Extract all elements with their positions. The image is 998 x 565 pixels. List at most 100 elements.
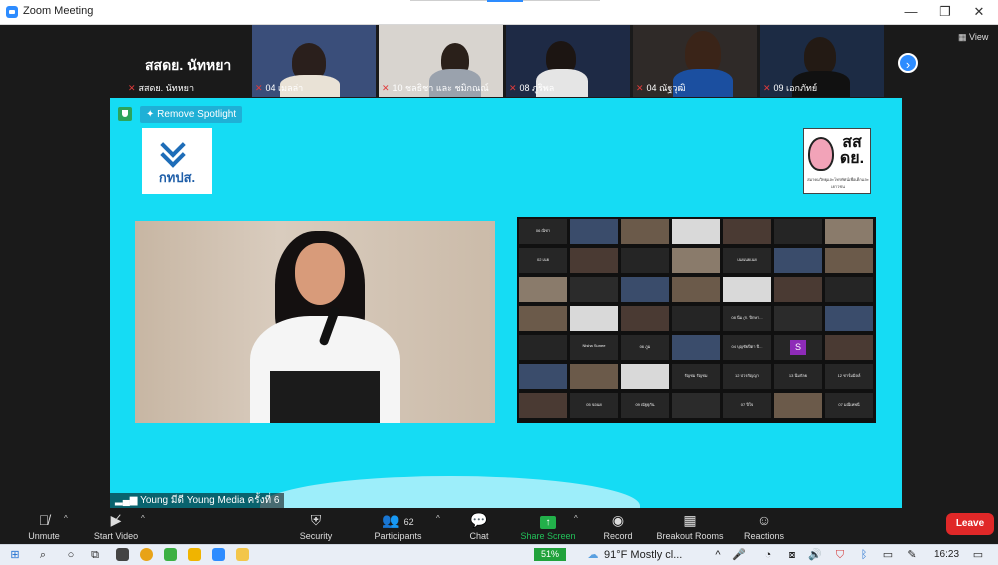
gallery-tile[interactable] <box>672 306 720 331</box>
gallery-tile[interactable]: 12 ชาร์มมิลล์ <box>825 364 873 389</box>
zoom-taskbar-icon[interactable] <box>212 548 225 561</box>
bluetooth-icon[interactable]: ᛒ <box>858 548 870 562</box>
gallery-tile[interactable] <box>519 393 567 418</box>
participant-tile[interactable]: ✕ 04 เมลล่า <box>252 25 376 97</box>
gallery-tile[interactable] <box>774 277 822 302</box>
weather-text[interactable]: 91°F Mostly cl... <box>604 548 682 562</box>
clock[interactable]: 16:23 <box>934 548 959 562</box>
speaker-name-tag: ▂▄▆ Young มีดี Young Media ครั้งที่ 6 <box>110 493 285 508</box>
gallery-tile[interactable] <box>672 393 720 418</box>
participant-tile[interactable]: ✕ 08 ภูริพล <box>506 25 630 97</box>
gallery-tile[interactable] <box>825 219 873 244</box>
gallery-tile[interactable]: 07 มณีเทพนี <box>825 393 873 418</box>
security-button[interactable]: ⛨ Security <box>292 510 340 544</box>
gallery-tile[interactable] <box>672 248 720 273</box>
participant-tile[interactable]: ✕ 10 ชลธิชา และ ชมิกณณ์ <box>379 25 503 97</box>
line-app-icon[interactable] <box>164 548 177 561</box>
gallery-tile[interactable]: รัญชม รัญชม <box>672 364 720 389</box>
gallery-tile[interactable] <box>621 277 669 302</box>
gallery-tile[interactable] <box>825 306 873 331</box>
gallery-tile[interactable]: Nisha Sunee <box>570 335 618 360</box>
gallery-tile[interactable]: 13 นิ่มกัลย <box>774 364 822 389</box>
minimize-button[interactable]: — <box>898 3 924 21</box>
participants-options-icon[interactable]: ^ <box>436 514 440 523</box>
gallery-tile[interactable] <box>519 335 567 360</box>
participants-button[interactable]: 👥 62 Participants <box>368 510 428 544</box>
start-video-button[interactable]: ▶̸ Start Video <box>86 510 146 544</box>
gallery-tile[interactable]: 09 ณัฐธุกัน <box>621 393 669 418</box>
audio-options-icon[interactable]: ^ <box>64 514 68 523</box>
gallery-tile[interactable] <box>519 277 567 302</box>
breakout-rooms-button[interactable]: ▦ Breakout Rooms <box>652 510 728 544</box>
gallery-tile[interactable] <box>774 306 822 331</box>
ssdy-logo-text: สส ดย. <box>839 134 865 167</box>
gallery-tile[interactable] <box>519 306 567 331</box>
gallery-tile[interactable]: 08 นิ่ม (ก. ปีกษา... <box>723 306 771 331</box>
reactions-button[interactable]: ☺ Reactions <box>740 510 788 544</box>
participant-tile[interactable]: สสดย. นัทหยา ✕ สสดย. นัทหยา <box>125 25 249 97</box>
record-button[interactable]: ◉ Record <box>598 510 638 544</box>
gallery-tile[interactable]: 12 ปวรกัญญา <box>723 364 771 389</box>
notification-icon[interactable]: ▭ <box>970 548 986 562</box>
next-page-icon[interactable]: › <box>898 53 918 73</box>
mic-tray-icon[interactable]: 🎤 <box>732 548 746 562</box>
gallery-tile[interactable]: 05 จอนย <box>570 393 618 418</box>
remove-spotlight-button[interactable]: ✦ Remove Spotlight <box>140 106 243 123</box>
battery-indicator[interactable]: 51% <box>534 548 566 561</box>
participant-tile[interactable]: ✕ 04 ณัฐวุฒิ <box>633 25 757 97</box>
view-button[interactable]: ▦ View <box>958 32 988 43</box>
gallery-tile[interactable] <box>825 335 873 360</box>
gallery-tile[interactable]: 04 บุญชัยปีตา ปี... <box>723 335 771 360</box>
gallery-tile[interactable]: เนยเนยเนย <box>723 248 771 273</box>
gallery-tile[interactable]: S <box>774 335 822 360</box>
search-icon[interactable]: ⌕ <box>36 548 50 562</box>
unmute-button[interactable]: 🎙̸ Unmute <box>18 510 70 544</box>
gallery-tile[interactable] <box>723 277 771 302</box>
gallery-tile[interactable] <box>570 364 618 389</box>
gallery-tile[interactable] <box>672 277 720 302</box>
cortana-icon[interactable]: ○ <box>64 548 78 562</box>
participant-tile[interactable]: ✕ 09 เอกภัทย์ <box>760 25 884 97</box>
gallery-tile[interactable]: 06 ณิชา <box>519 219 567 244</box>
volume-icon[interactable]: 🔊 <box>808 548 822 562</box>
video-options-icon[interactable]: ^ <box>141 514 145 523</box>
chrome-icon[interactable] <box>140 548 153 561</box>
gallery-tile[interactable]: 06 ภูม <box>621 335 669 360</box>
gallery-tile[interactable] <box>774 248 822 273</box>
gallery-tile[interactable] <box>570 219 618 244</box>
gallery-tile[interactable]: 07 ปีใจ <box>723 393 771 418</box>
gallery-tile[interactable] <box>825 277 873 302</box>
leave-button[interactable]: Leave <box>946 513 994 535</box>
gallery-tile[interactable] <box>570 248 618 273</box>
gallery-tile[interactable] <box>621 248 669 273</box>
share-screen-button[interactable]: ↑ Share Screen <box>516 510 580 544</box>
gallery-tile[interactable] <box>672 335 720 360</box>
gallery-tile[interactable] <box>825 248 873 273</box>
chat-button[interactable]: 💬 Chat <box>462 510 496 544</box>
gallery-tile[interactable] <box>570 306 618 331</box>
gallery-tile[interactable] <box>774 393 822 418</box>
pen-icon[interactable]: ✎ <box>906 548 918 562</box>
tray-up-icon[interactable]: ^ <box>712 548 724 562</box>
share-options-icon[interactable]: ^ <box>574 514 578 523</box>
windows-start-icon[interactable]: ⊞ <box>8 548 22 562</box>
close-button[interactable]: ✕ <box>966 3 992 21</box>
store-icon[interactable] <box>116 548 129 561</box>
network-icon[interactable]: ⧇ <box>786 548 798 562</box>
gallery-tile[interactable] <box>621 364 669 389</box>
gallery-tile[interactable]: 02 เนย <box>519 248 567 273</box>
files-icon[interactable] <box>188 548 201 561</box>
gallery-tile[interactable] <box>621 306 669 331</box>
gallery-tile[interactable] <box>672 219 720 244</box>
task-view-icon[interactable]: ⧉ <box>88 548 102 562</box>
restore-button[interactable]: ❐ <box>932 3 958 21</box>
wifi-icon[interactable]: ◔ <box>762 548 774 562</box>
gallery-tile[interactable] <box>621 219 669 244</box>
explorer-icon[interactable] <box>236 548 249 561</box>
gallery-tile[interactable] <box>570 277 618 302</box>
gallery-tile[interactable] <box>723 219 771 244</box>
gallery-tile[interactable] <box>774 219 822 244</box>
battery-tray-icon[interactable]: ▭ <box>882 548 894 562</box>
antivirus-icon[interactable]: ⛉ <box>834 548 846 562</box>
gallery-tile[interactable] <box>519 364 567 389</box>
